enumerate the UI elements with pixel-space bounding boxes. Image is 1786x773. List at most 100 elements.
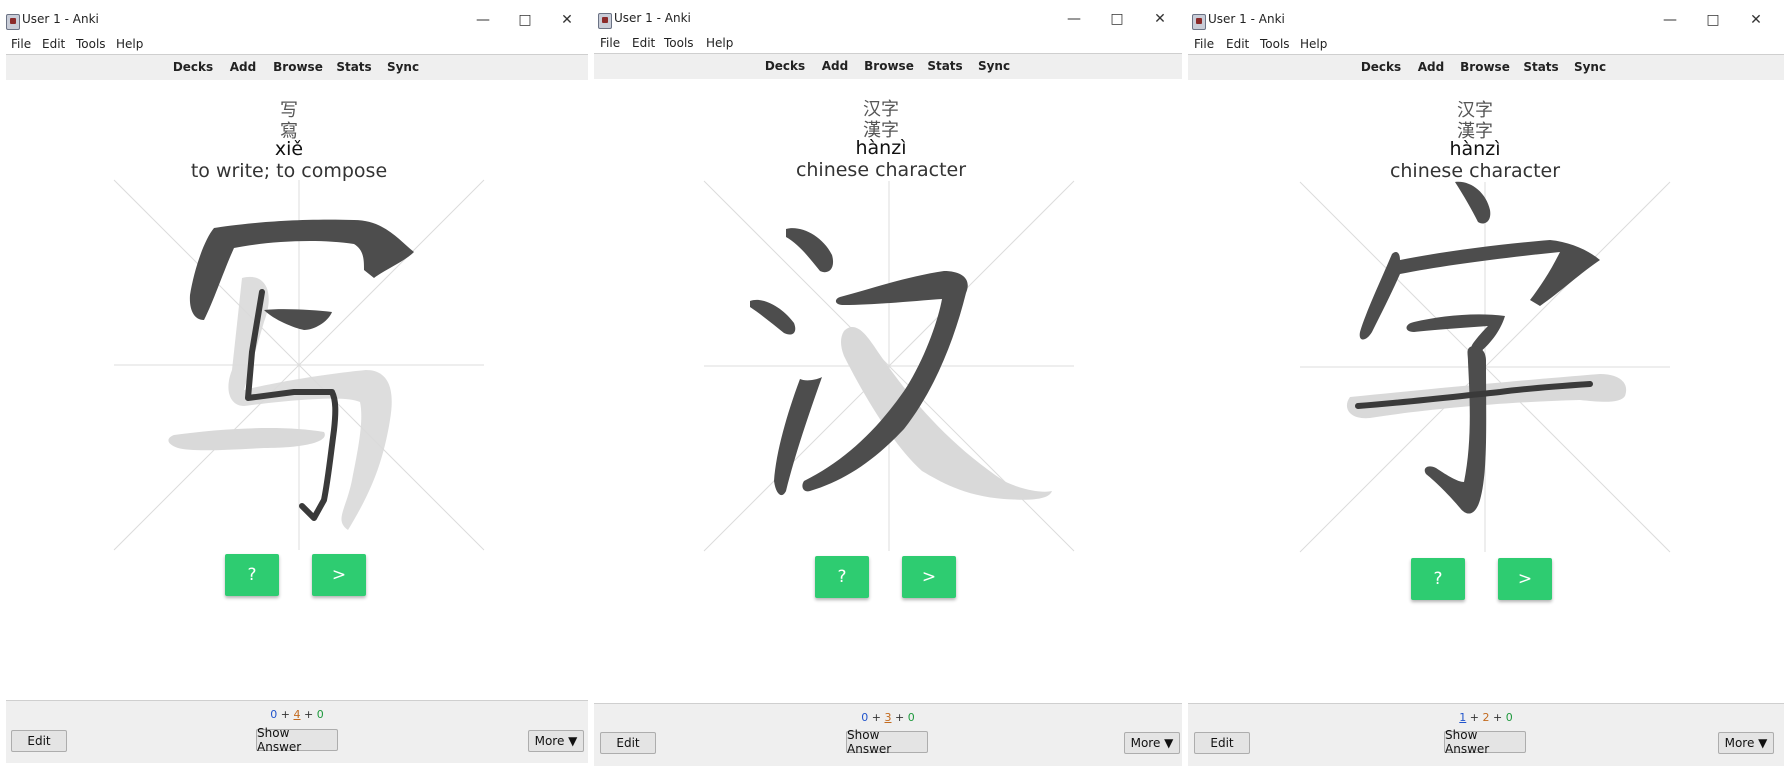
plus-sep: + (1493, 711, 1503, 724)
window-title: User 1 - Anki (22, 12, 99, 26)
more-button[interactable]: More ▼ (1718, 732, 1774, 754)
menu-edit[interactable]: Edit (632, 36, 655, 50)
plus-sep: + (871, 711, 881, 724)
minimize-icon[interactable]: — (1655, 8, 1685, 32)
writing-grid[interactable] (703, 180, 1075, 552)
toolbar-browse[interactable]: Browse (864, 59, 914, 73)
toolbar-browse[interactable]: Browse (273, 60, 323, 74)
due-counts: 1 + 2 + 0 (1188, 711, 1784, 724)
review-count: 0 (316, 708, 324, 721)
menu-file[interactable]: File (11, 37, 31, 51)
minimize-icon[interactable]: — (1059, 7, 1089, 31)
anki-app-icon (598, 13, 612, 29)
toolbar-sync[interactable]: Sync (1574, 60, 1606, 74)
card-area: 写 寫 xiě to write; to compose ? > (6, 80, 588, 700)
edit-button[interactable]: Edit (1194, 732, 1250, 754)
hint-button[interactable]: ? (225, 554, 279, 596)
due-counts: 0 + 3 + 0 (594, 711, 1182, 724)
toolbar-sync[interactable]: Sync (387, 60, 419, 74)
toolbar-stats[interactable]: Stats (927, 59, 962, 73)
close-icon[interactable]: ✕ (1145, 7, 1175, 31)
window-title: User 1 - Anki (1208, 12, 1285, 26)
toolbar-add[interactable]: Add (230, 60, 256, 74)
show-answer-button[interactable]: Show Answer (846, 728, 928, 756)
edit-button[interactable]: Edit (600, 732, 656, 754)
maximize-icon[interactable]: □ (1698, 8, 1728, 32)
title-bar[interactable]: User 1 - Anki — □ ✕ (0, 6, 590, 36)
plus-sep: + (895, 711, 905, 724)
minimize-icon[interactable]: — (468, 8, 498, 32)
window-title: User 1 - Anki (614, 11, 691, 25)
bottom-bar: 0 + 3 + 0 Edit Show Answer More ▼ (594, 703, 1182, 766)
title-bar[interactable]: User 1 - Anki — □ ✕ (592, 5, 1184, 35)
plus-sep: + (1469, 711, 1479, 724)
menu-edit[interactable]: Edit (1226, 37, 1249, 51)
anki-app-icon (6, 14, 20, 30)
toolbar-stats[interactable]: Stats (1523, 60, 1558, 74)
hint-button[interactable]: ? (1411, 558, 1465, 600)
review-count: 0 (907, 711, 915, 724)
toolbar-browse[interactable]: Browse (1460, 60, 1510, 74)
menu-tools[interactable]: Tools (1260, 37, 1290, 51)
show-answer-button[interactable]: Show Answer (1444, 728, 1526, 756)
anki-app-icon (1192, 14, 1206, 30)
meaning: chinese character (795, 159, 967, 181)
new-count: 1 (1459, 711, 1467, 724)
pinyin: hànzì (855, 137, 907, 159)
menu-help[interactable]: Help (1300, 37, 1327, 51)
bottom-bar: 1 + 2 + 0 Edit Show Answer More ▼ (1188, 703, 1784, 766)
pinyin: xiě (274, 138, 304, 160)
menu-file[interactable]: File (600, 36, 620, 50)
menu-bar: File Edit Tools Help (592, 35, 1184, 53)
more-button[interactable]: More ▼ (1124, 732, 1180, 754)
card-area: 汉字 漢字 hànzì chinese character ? > (1188, 80, 1784, 700)
maximize-icon[interactable]: □ (1102, 7, 1132, 31)
menu-tools[interactable]: Tools (76, 37, 106, 51)
writing-grid[interactable] (113, 179, 485, 551)
card-area: 汉字 漢字 hànzì chinese character ? > (594, 79, 1182, 699)
anki-window-1: User 1 - Anki — □ ✕ File Edit Tools Help… (0, 0, 590, 773)
toolbar-sync[interactable]: Sync (978, 59, 1010, 73)
title-bar[interactable]: User 1 - Anki — □ ✕ (1186, 6, 1786, 36)
meaning: to write; to compose (190, 160, 388, 182)
main-toolbar: Decks Add Browse Stats Sync (594, 53, 1182, 80)
menu-bar: File Edit Tools Help (1186, 36, 1786, 54)
due-counts: 0 + 4 + 0 (6, 708, 588, 721)
hint-button[interactable]: ? (815, 556, 869, 598)
anki-window-3: User 1 - Anki — □ ✕ File Edit Tools Help… (1186, 0, 1786, 773)
close-icon[interactable]: ✕ (1741, 8, 1771, 32)
menu-help[interactable]: Help (706, 36, 733, 50)
anki-window-2: User 1 - Anki — □ ✕ File Edit Tools Help… (592, 0, 1184, 773)
menu-bar: File Edit Tools Help (0, 36, 590, 54)
menu-help[interactable]: Help (116, 37, 143, 51)
show-answer-button[interactable]: Show Answer (256, 726, 338, 754)
main-toolbar: Decks Add Browse Stats Sync (6, 54, 588, 81)
more-button[interactable]: More ▼ (528, 730, 584, 752)
menu-file[interactable]: File (1194, 37, 1214, 51)
toolbar-add[interactable]: Add (1418, 60, 1444, 74)
bottom-bar: 0 + 4 + 0 Edit Show Answer More ▼ (6, 700, 588, 763)
edit-button[interactable]: Edit (11, 730, 67, 752)
learning-count: 2 (1482, 711, 1490, 724)
next-stroke-button[interactable]: > (1498, 558, 1552, 600)
toolbar-stats[interactable]: Stats (336, 60, 371, 74)
main-toolbar: Decks Add Browse Stats Sync (1188, 54, 1784, 81)
close-icon[interactable]: ✕ (552, 8, 582, 32)
toolbar-decks[interactable]: Decks (765, 59, 805, 73)
menu-tools[interactable]: Tools (664, 36, 694, 50)
new-count: 0 (270, 708, 278, 721)
menu-edit[interactable]: Edit (42, 37, 65, 51)
toolbar-decks[interactable]: Decks (1361, 60, 1401, 74)
toolbar-decks[interactable]: Decks (173, 60, 213, 74)
writing-grid[interactable] (1299, 181, 1671, 553)
meaning: chinese character (1389, 160, 1561, 182)
plus-sep: + (280, 708, 290, 721)
learning-count: 4 (293, 708, 301, 721)
next-stroke-button[interactable]: > (902, 556, 956, 598)
learning-count: 3 (884, 711, 892, 724)
toolbar-add[interactable]: Add (822, 59, 848, 73)
next-stroke-button[interactable]: > (312, 554, 366, 596)
maximize-icon[interactable]: □ (510, 8, 540, 32)
review-count: 0 (1505, 711, 1513, 724)
dark-strokes (189, 219, 414, 330)
